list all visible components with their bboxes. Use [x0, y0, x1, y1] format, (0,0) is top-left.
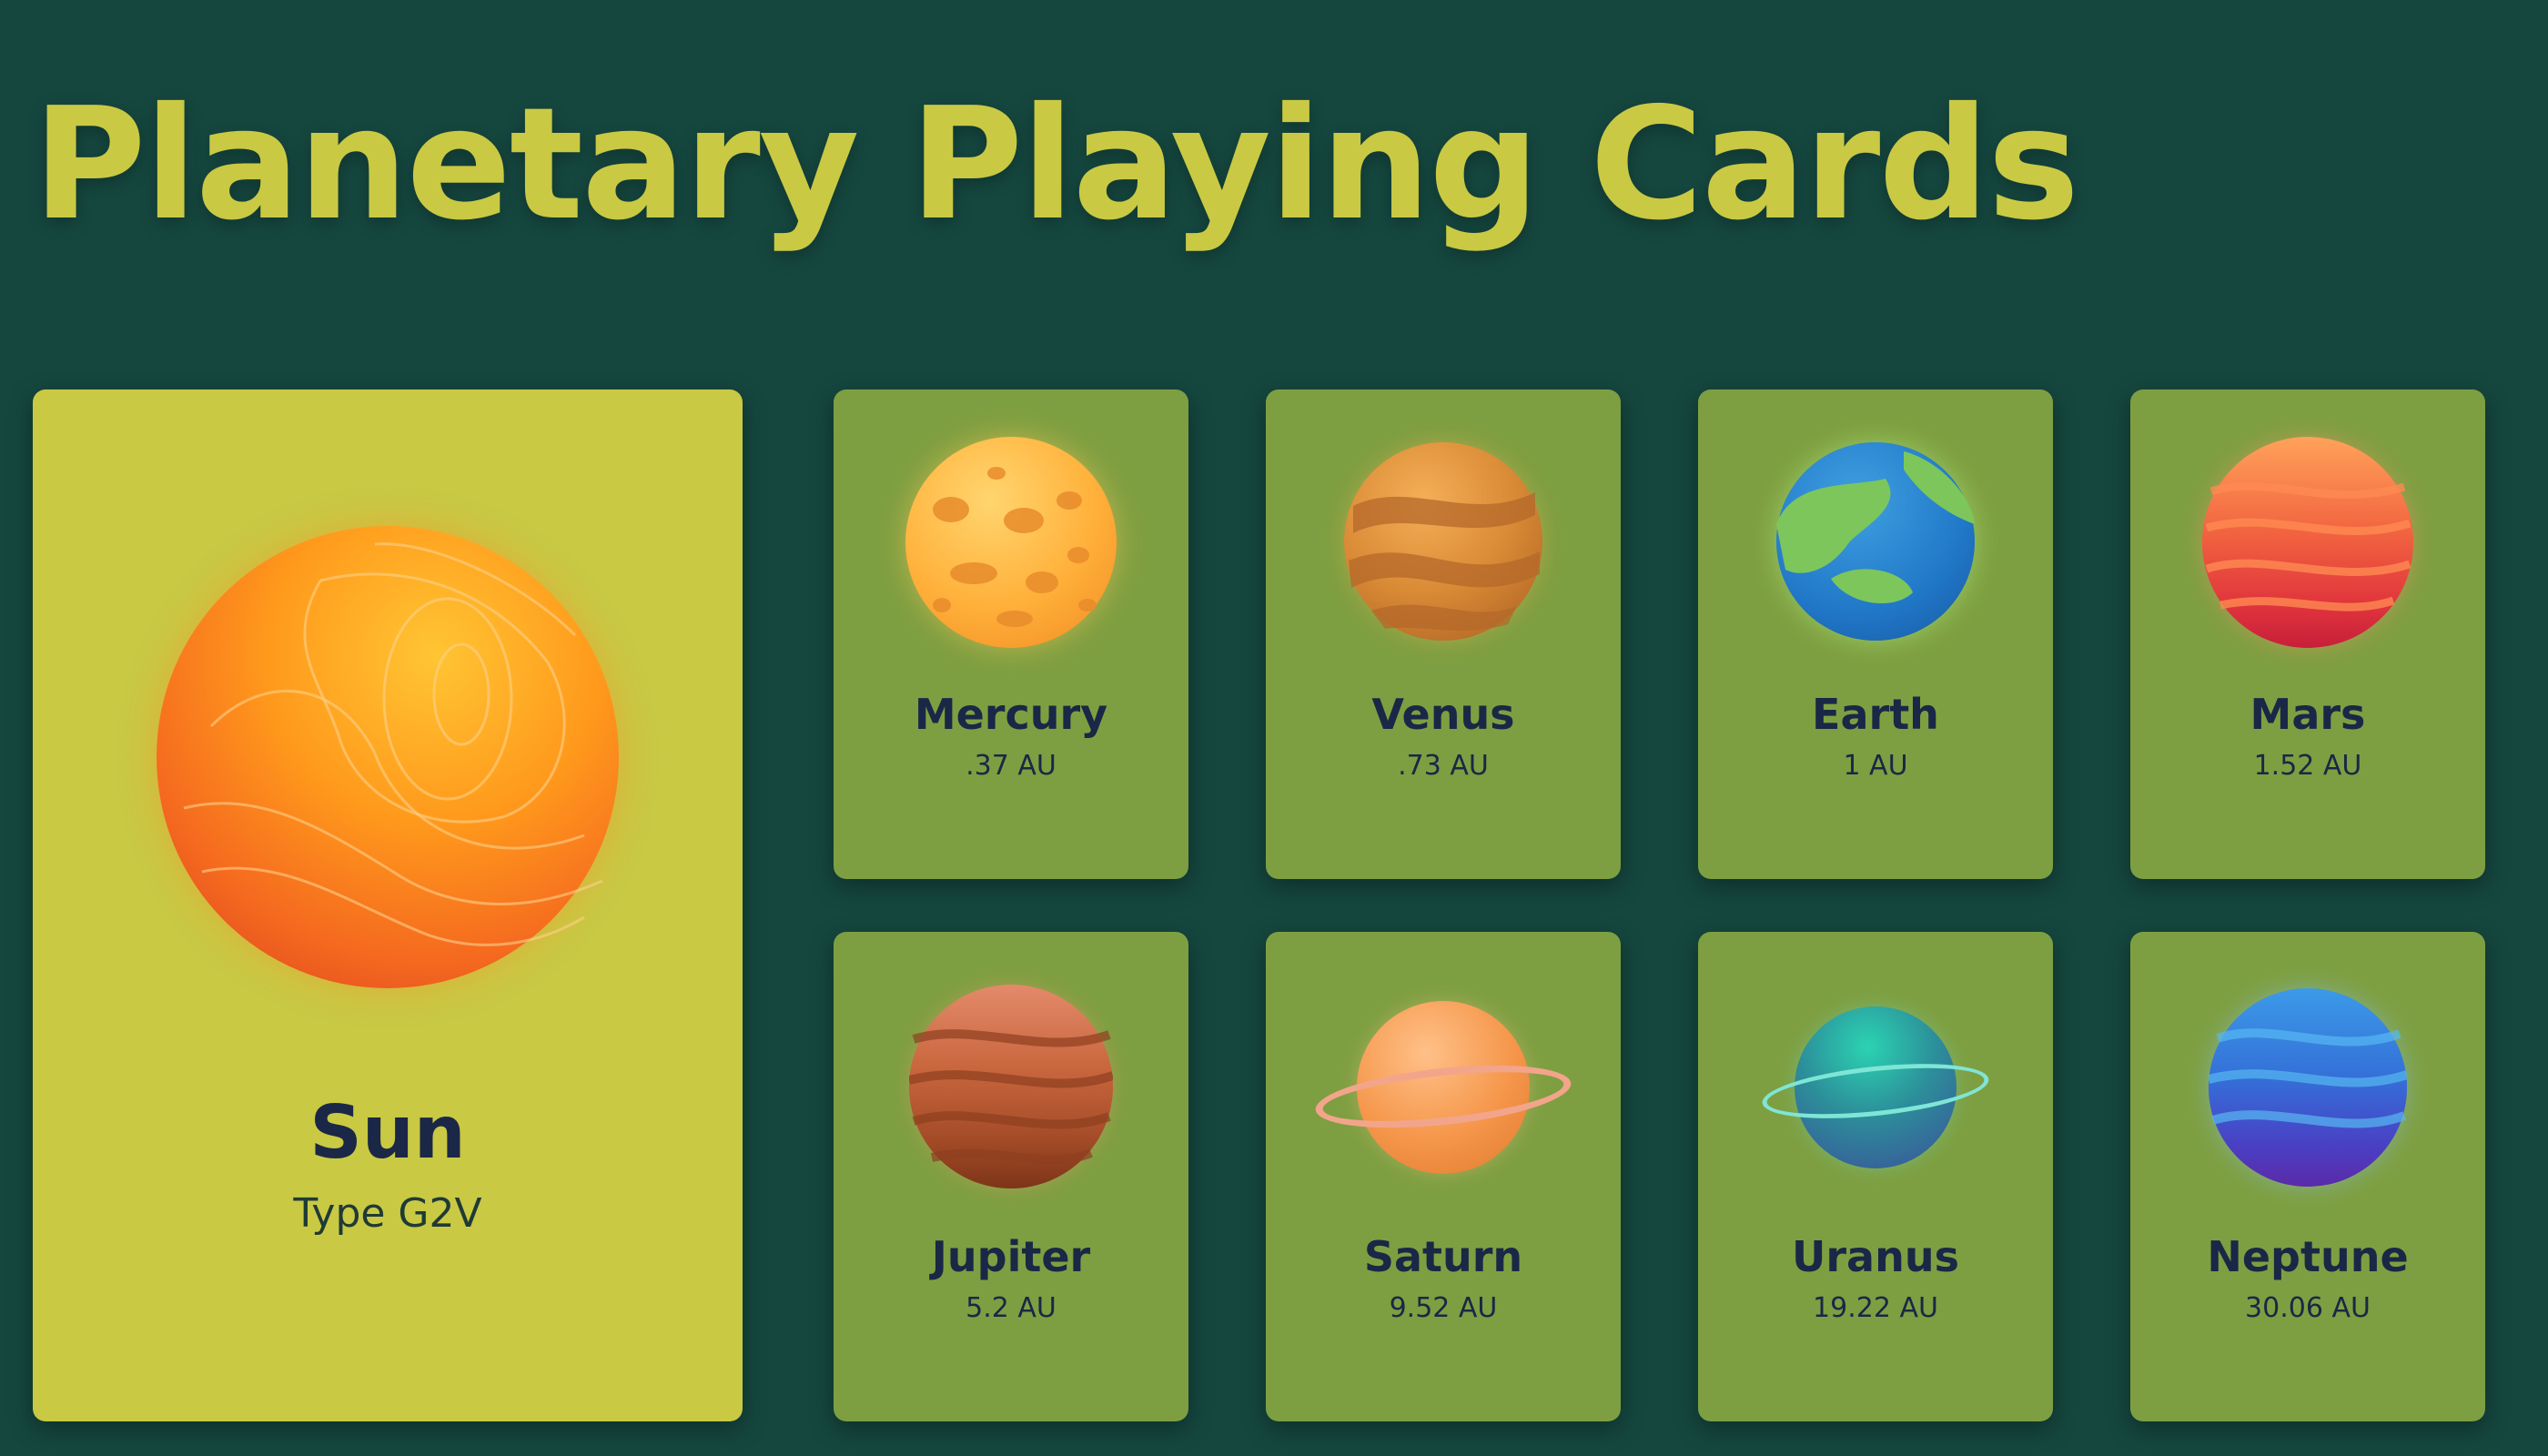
planet-distance: .37 AU — [966, 750, 1057, 782]
planet-distance: 9.52 AU — [1389, 1292, 1498, 1324]
sun-icon — [157, 526, 619, 988]
planet-name: Neptune — [2207, 1232, 2409, 1281]
planet-name: Mars — [2250, 690, 2366, 739]
neptune-icon — [2209, 988, 2407, 1187]
planet-name: Uranus — [1792, 1232, 1959, 1281]
sun-card[interactable]: Sun Type G2V — [33, 389, 743, 1421]
planet-distance: 5.2 AU — [966, 1292, 1057, 1324]
planet-card-mercury[interactable]: Mercury .37 AU — [834, 389, 1188, 879]
planet-distance: 30.06 AU — [2245, 1292, 2371, 1324]
earth-icon — [1776, 442, 1975, 641]
planet-distance: .73 AU — [1398, 750, 1489, 782]
planet-card-mars[interactable]: Mars 1.52 AU — [2130, 389, 2485, 879]
planet-name: Venus — [1371, 690, 1515, 739]
planet-distance: 1 AU — [1843, 750, 1908, 782]
mercury-icon — [905, 437, 1117, 648]
mars-icon — [2202, 437, 2413, 648]
sun-type: Type G2V — [293, 1190, 482, 1237]
planet-distance: 1.52 AU — [2253, 750, 2362, 782]
planet-card-uranus[interactable]: Uranus 19.22 AU — [1698, 932, 2053, 1421]
planet-card-venus[interactable]: Venus .73 AU — [1266, 389, 1621, 879]
planet-name: Saturn — [1363, 1232, 1523, 1281]
planet-name: Earth — [1812, 690, 1939, 739]
page-title: Planetary Playing Cards — [33, 75, 2079, 255]
planet-card-neptune[interactable]: Neptune 30.06 AU — [2130, 932, 2485, 1421]
sun-name: Sun — [309, 1090, 466, 1175]
planet-card-earth[interactable]: Earth 1 AU — [1698, 389, 2053, 879]
planet-card-jupiter[interactable]: Jupiter 5.2 AU — [834, 932, 1188, 1421]
planet-name: Mercury — [914, 690, 1108, 739]
planet-distance: 19.22 AU — [1813, 1292, 1938, 1324]
planet-card-saturn[interactable]: Saturn 9.52 AU — [1266, 932, 1621, 1421]
jupiter-icon — [909, 985, 1113, 1188]
venus-icon — [1344, 442, 1542, 641]
planet-name: Jupiter — [931, 1232, 1091, 1281]
